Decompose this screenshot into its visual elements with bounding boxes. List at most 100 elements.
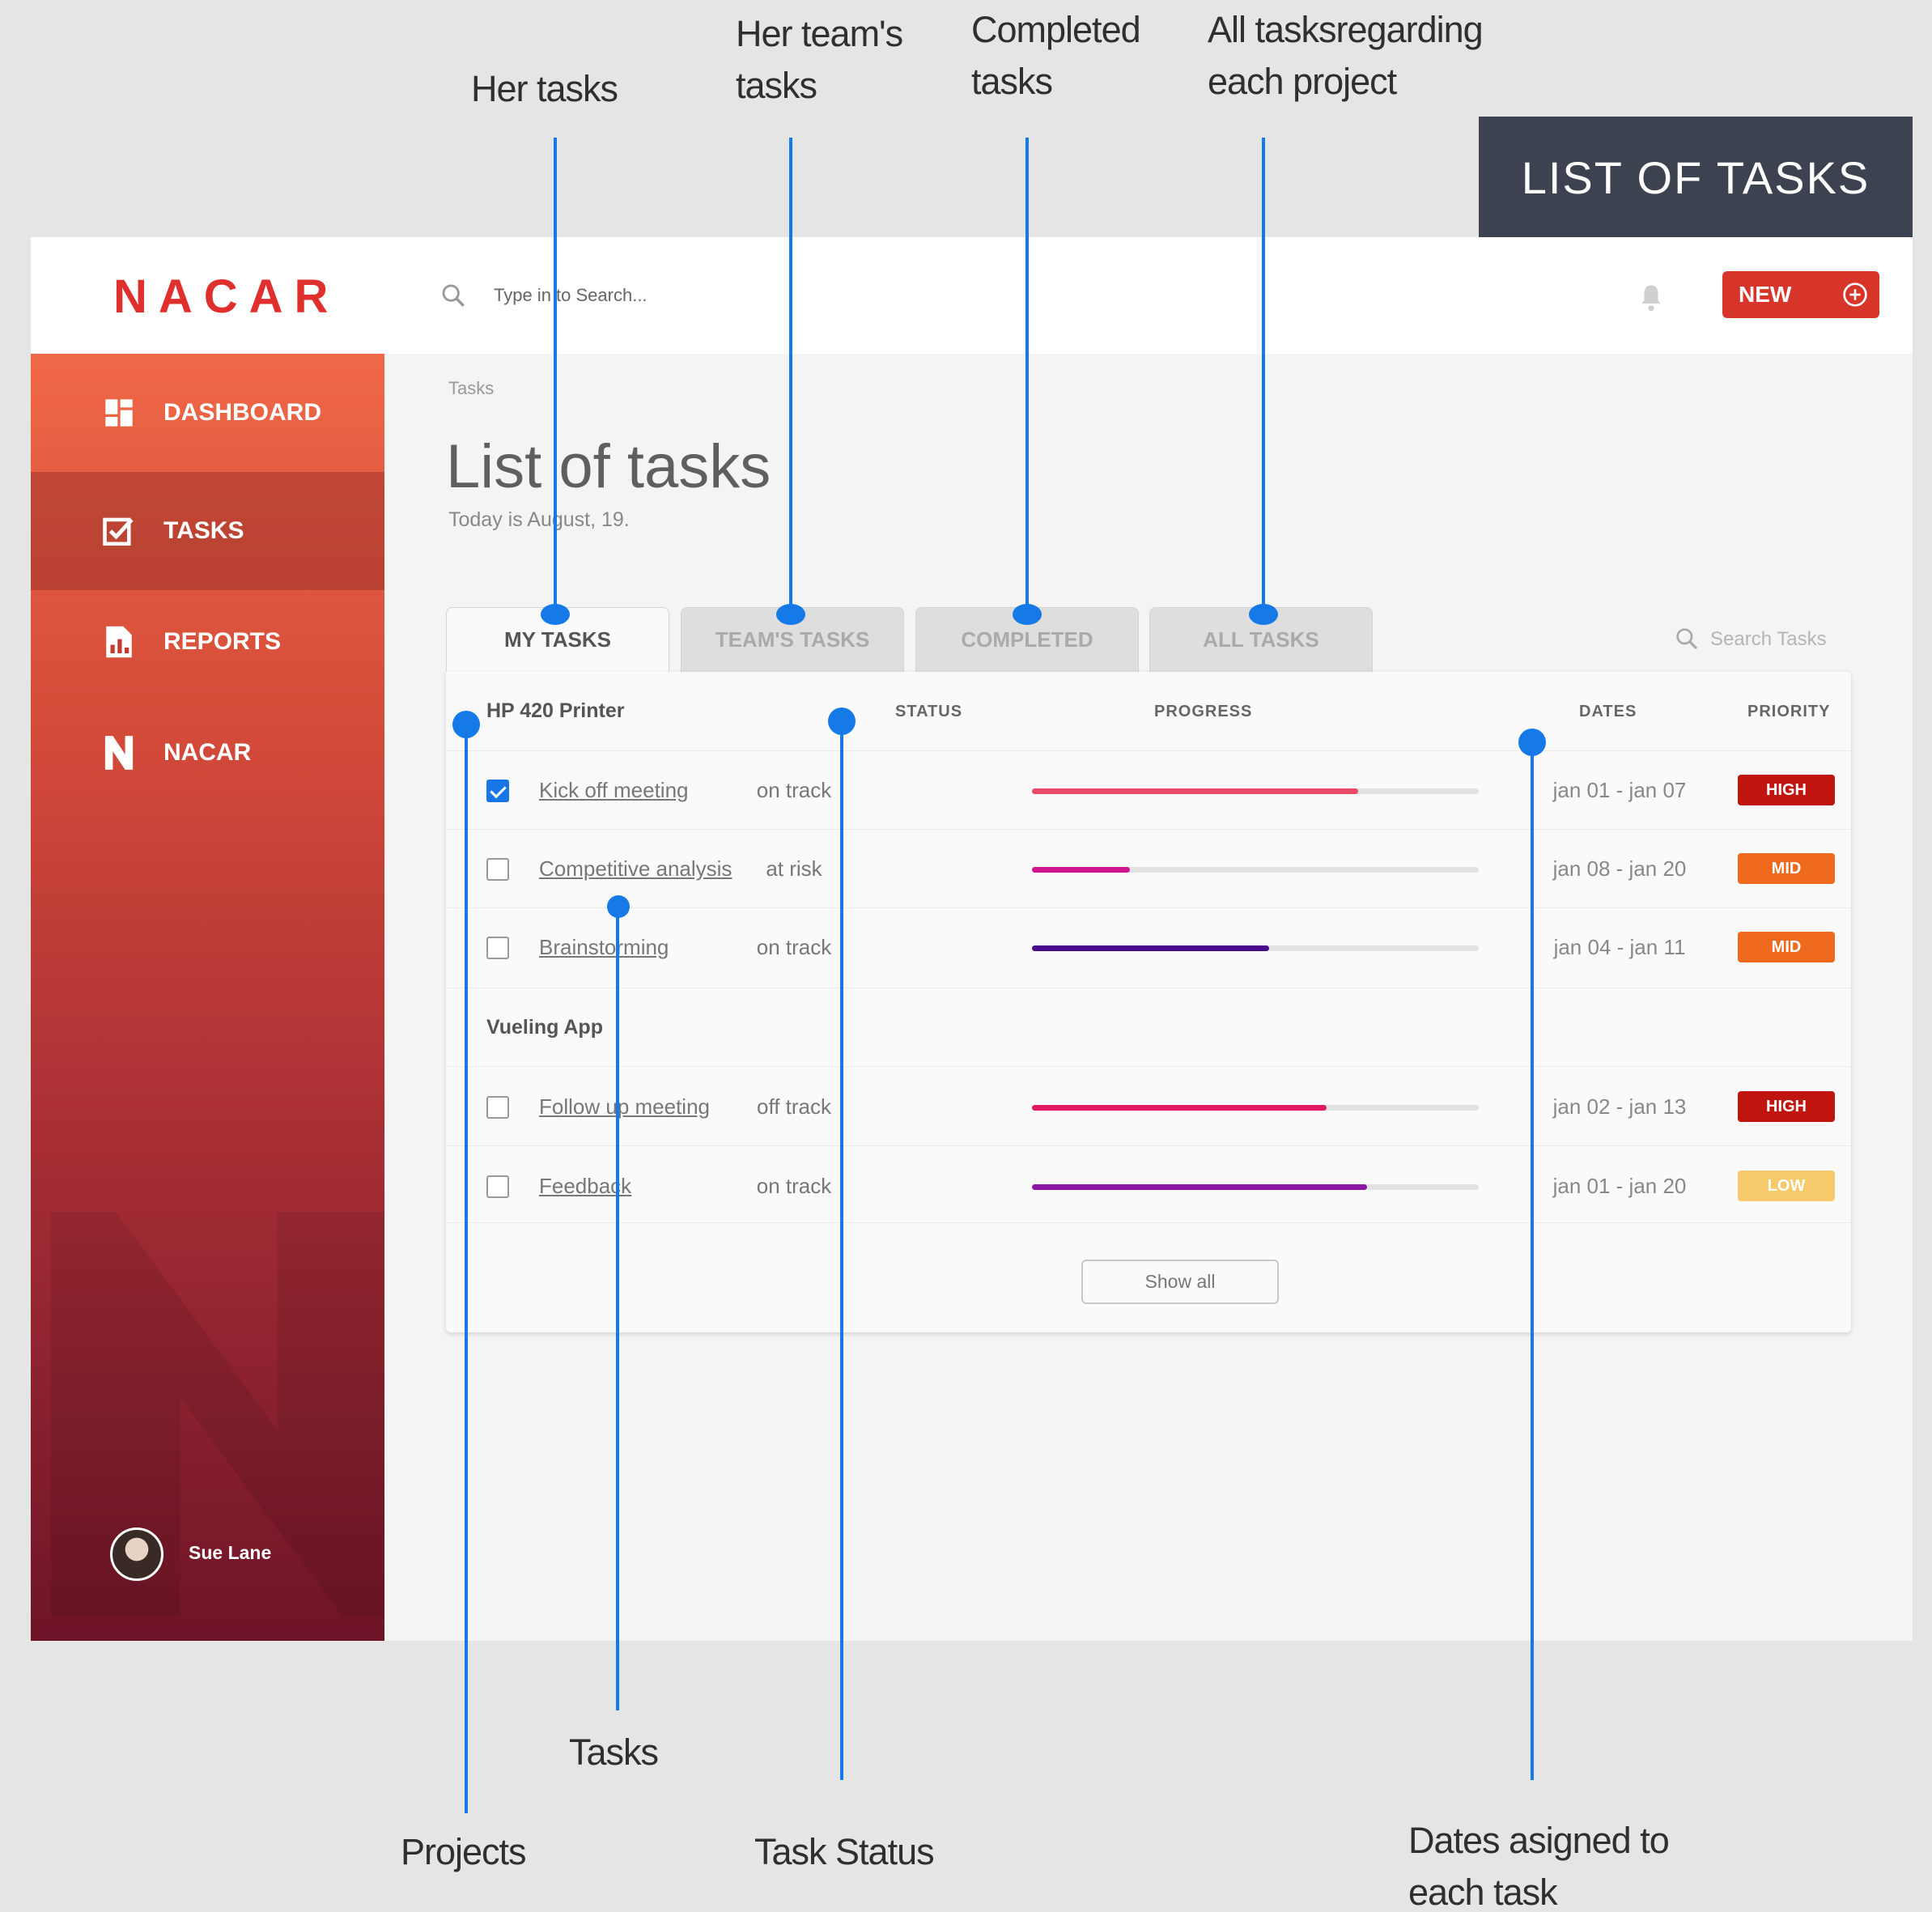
sidebar-item-reports[interactable]: REPORTS <box>31 583 384 701</box>
annotation-dates-line1: Dates asigned to <box>1408 1820 1670 1861</box>
annotation-all-tasks-line2: each project <box>1208 61 1397 102</box>
task-status: at risk <box>766 856 822 881</box>
progress-bar <box>1032 945 1479 951</box>
app-window: NACAR NEW DASHBOARD TASKS REPORTS NACAR … <box>31 237 1913 1641</box>
task-search-input[interactable] <box>1710 622 1896 656</box>
new-button[interactable]: NEW <box>1722 271 1879 318</box>
annotation-all-tasks-line1: All tasksregarding <box>1208 9 1484 50</box>
search-icon <box>442 284 465 307</box>
task-status: on track <box>756 1174 832 1198</box>
progress-bar <box>1032 1105 1479 1111</box>
annotation-completed-line2: tasks <box>971 61 1053 102</box>
report-icon <box>102 625 136 659</box>
task-name[interactable]: Brainstorming <box>539 935 669 960</box>
progress-fill <box>1032 1184 1367 1190</box>
annotation-team-tasks-line1: Her team's <box>736 13 903 54</box>
sidebar-item-label: TASKS <box>163 517 244 544</box>
annotation-line <box>1262 138 1265 615</box>
task-dates: jan 08 - jan 20 <box>1552 856 1687 881</box>
task-name[interactable]: Follow up meeting <box>539 1094 710 1120</box>
divider <box>446 1066 1851 1067</box>
progress-fill <box>1032 788 1358 794</box>
progress-bar <box>1032 788 1479 794</box>
add-circle-icon <box>1843 283 1867 307</box>
task-checkbox[interactable] <box>486 780 509 802</box>
sidebar-item-label: NACAR <box>163 739 252 766</box>
dashboard-icon <box>102 396 136 430</box>
sidebar-item-label: REPORTS <box>163 628 282 655</box>
annotation-line <box>554 138 557 615</box>
project-name: HP 420 Printer <box>486 699 625 722</box>
divider <box>446 1145 1851 1146</box>
priority-badge: HIGH <box>1738 775 1835 805</box>
sidebar-item-nacar[interactable]: NACAR <box>31 694 384 812</box>
annotation-dates-line2: each task <box>1408 1872 1558 1912</box>
task-dates: jan 04 - jan 11 <box>1553 935 1686 959</box>
progress-bar <box>1032 1184 1479 1190</box>
annotation-team-tasks-line2: tasks <box>736 65 817 106</box>
progress-bar <box>1032 867 1479 873</box>
priority-badge: LOW <box>1738 1171 1835 1201</box>
progress-fill <box>1032 1105 1327 1111</box>
global-search-input[interactable] <box>494 278 817 313</box>
annotation-line <box>840 721 843 1780</box>
priority-badge: MID <box>1738 853 1835 884</box>
divider <box>446 1222 1851 1223</box>
search-icon <box>1676 628 1698 650</box>
annotation-her-tasks: Her tasks <box>471 68 618 109</box>
task-status: off track <box>756 1094 831 1119</box>
task-dates: jan 01 - jan 20 <box>1552 1174 1687 1198</box>
annotation-dot <box>776 604 805 625</box>
task-checkbox[interactable] <box>486 1175 509 1198</box>
progress-fill <box>1032 867 1131 873</box>
app-logo[interactable]: NACAR <box>113 270 339 324</box>
annotation-projects: Projects <box>401 1831 527 1872</box>
divider <box>446 750 1851 751</box>
new-button-label: NEW <box>1739 282 1792 307</box>
task-name[interactable]: Kick off meeting <box>539 778 689 803</box>
priority-badge: MID <box>1738 932 1835 962</box>
column-header-dates: DATES <box>1579 703 1637 720</box>
task-dates: jan 01 - jan 07 <box>1552 778 1687 802</box>
annotation-line <box>789 138 792 615</box>
annotation-dot <box>1013 604 1042 625</box>
task-checkbox[interactable] <box>486 1096 509 1119</box>
annotation-line <box>465 724 468 1813</box>
column-header-progress: PROGRESS <box>1154 703 1253 720</box>
task-checkbox[interactable] <box>486 937 509 959</box>
avatar[interactable] <box>110 1527 163 1581</box>
breadcrumb[interactable]: Tasks <box>448 378 494 399</box>
task-checkbox[interactable] <box>486 858 509 881</box>
page-title: List of tasks <box>446 432 771 501</box>
project-name: Vueling App <box>486 1016 603 1039</box>
today-date: Today is August, 19. <box>448 508 630 531</box>
annotation-dot <box>1249 604 1278 625</box>
annotation-tasks: Tasks <box>569 1731 659 1773</box>
top-bar: NACAR NEW <box>31 237 1913 354</box>
sidebar-item-label: DASHBOARD <box>163 399 321 426</box>
task-status: on track <box>756 935 832 959</box>
annotation-completed-line1: Completed <box>971 9 1141 50</box>
sidebar-item-tasks[interactable]: TASKS <box>31 472 384 590</box>
task-dates: jan 02 - jan 13 <box>1552 1094 1687 1119</box>
divider <box>446 829 1851 830</box>
divider <box>446 907 1851 908</box>
priority-badge: HIGH <box>1738 1091 1835 1122</box>
sidebar-item-dashboard[interactable]: DASHBOARD <box>31 354 384 472</box>
task-status: on track <box>756 778 832 802</box>
user-name: Sue Lane <box>189 1542 272 1563</box>
annotation-line <box>1531 742 1534 1780</box>
column-header-priority: PRIORITY <box>1747 703 1831 720</box>
annotation-dot <box>541 604 570 625</box>
task-table: HP 420 Printer STATUS PROGRESS DATES PRI… <box>446 672 1851 1332</box>
checkbox-icon <box>102 514 136 548</box>
show-all-button[interactable]: Show all <box>1081 1260 1279 1304</box>
progress-fill <box>1032 945 1269 951</box>
annotation-line <box>1025 138 1029 615</box>
section-title: LIST OF TASKS <box>1479 117 1913 238</box>
column-header-status: STATUS <box>895 703 963 720</box>
n-logo-icon <box>102 736 136 770</box>
bell-icon[interactable] <box>1637 283 1665 313</box>
annotation-line <box>616 907 619 1710</box>
sidebar: DASHBOARD TASKS REPORTS NACAR Sue Lane <box>31 354 384 1641</box>
